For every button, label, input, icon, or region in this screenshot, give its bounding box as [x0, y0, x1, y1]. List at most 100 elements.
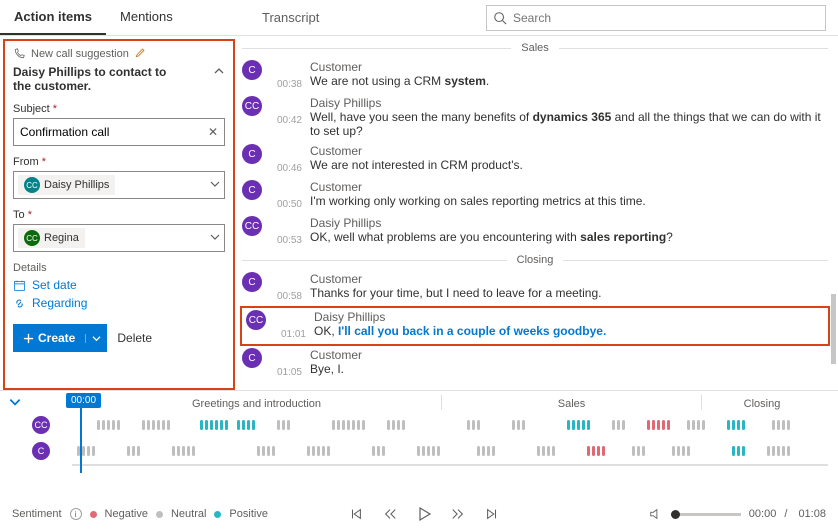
suggestion-title: Daisy Phillips to contact to the custome… [13, 65, 183, 93]
transcript-message[interactable]: CC 00:42 Daisy Phillips Well, have you s… [238, 94, 832, 142]
create-button[interactable]: Create [13, 324, 107, 352]
scrollbar[interactable] [831, 294, 836, 364]
to-chip-label: Regina [44, 232, 79, 244]
play-button[interactable] [414, 504, 434, 524]
speaker-name: Customer [310, 348, 828, 362]
transcript-message[interactable]: C 00:58 Customer Thanks for your time, b… [238, 270, 832, 306]
timestamp: 00:46 [270, 144, 302, 174]
set-date-link[interactable]: Set date [13, 278, 225, 292]
speaker-name: Customer [310, 272, 828, 286]
edit-icon[interactable] [135, 47, 146, 61]
timeline: 00:00 Greetings and introduction Sales C… [0, 390, 838, 500]
from-chip[interactable]: CC Daisy Phillips [18, 175, 115, 195]
timestamp: 00:50 [270, 180, 302, 210]
forward-button[interactable] [448, 504, 468, 524]
tab-action-items[interactable]: Action items [0, 0, 106, 35]
search-input[interactable] [513, 11, 825, 25]
speaker-name: Daisy Phillips [310, 96, 828, 110]
call-suggestion-card: New call suggestion Daisy Phillips to co… [3, 39, 235, 390]
subject-input[interactable] [20, 125, 208, 139]
search-icon [493, 11, 507, 25]
message-text: We are not using a CRM system. [310, 74, 828, 88]
legend-dot-neutral [156, 511, 163, 518]
volume-icon[interactable] [649, 507, 663, 521]
legend-dot-positive [214, 511, 221, 518]
time-total: 01:08 [798, 508, 826, 520]
speaker-name: Dasiy Phillips [310, 216, 828, 230]
section-sales: Sales [511, 42, 559, 54]
suggestion-label: New call suggestion [31, 48, 129, 60]
transcript-message[interactable]: C 00:46 Customer We are not interested i… [238, 142, 832, 178]
collapse-icon[interactable] [213, 65, 225, 80]
timeline-section: Sales [442, 395, 702, 410]
to-chip[interactable]: CC Regina [18, 228, 85, 248]
plus-icon [23, 333, 34, 344]
message-text: OK, well what problems are you encounter… [310, 230, 828, 244]
regarding-label: Regarding [32, 296, 87, 310]
avatar: C [242, 60, 262, 80]
to-label: To [13, 209, 25, 221]
transcript-message[interactable]: C 00:38 Customer We are not using a CRM … [238, 58, 832, 94]
transcript-message[interactable]: C 00:50 Customer I'm working only workin… [238, 178, 832, 214]
message-text: I'm working only working on sales report… [310, 194, 828, 208]
chevron-down-icon[interactable] [210, 231, 220, 245]
legend-neutral: Neutral [171, 508, 206, 520]
from-field[interactable]: CC Daisy Phillips [13, 171, 225, 199]
sentiment-label: Sentiment [12, 508, 62, 520]
create-label: Create [38, 331, 75, 345]
message-text: We are not interested in CRM product's. [310, 158, 828, 172]
legend-positive: Positive [229, 508, 268, 520]
avatar: CC [242, 96, 262, 116]
from-chip-label: Daisy Phillips [44, 179, 109, 191]
skip-back-button[interactable] [346, 504, 366, 524]
tab-mentions[interactable]: Mentions [106, 0, 187, 35]
message-text: OK, I'll call you back in a couple of we… [314, 324, 824, 338]
info-icon[interactable]: i [70, 508, 82, 520]
avatar: CC [242, 216, 262, 236]
skip-forward-button[interactable] [482, 504, 502, 524]
calendar-icon [13, 279, 26, 292]
transcript-list: Sales C 00:38 Customer We are not using … [238, 36, 838, 390]
transcript-message[interactable]: C 01:05 Customer Bye, I. [238, 346, 832, 382]
timeline-track[interactable] [72, 444, 828, 458]
avatar: CC [24, 177, 40, 193]
link-icon [13, 297, 26, 310]
delete-button[interactable]: Delete [117, 331, 152, 345]
chevron-down-icon[interactable] [8, 395, 22, 412]
timestamp: 01:05 [270, 348, 302, 378]
details-label: Details [13, 262, 225, 274]
timeline-section: Closing [702, 395, 822, 410]
time-sep: / [784, 508, 790, 520]
avatar: C [242, 348, 262, 368]
message-text: Thanks for your time, but I need to leav… [310, 286, 828, 300]
avatar: CC [246, 310, 266, 330]
to-field[interactable]: CC Regina [13, 224, 225, 252]
message-text: Well, have you seen the many benefits of… [310, 110, 828, 138]
transcript-message-highlighted[interactable]: CC 01:01 Daisy Phillips OK, I'll call yo… [240, 306, 830, 346]
search-input-wrapper[interactable] [486, 5, 826, 31]
time-current: 00:00 [749, 508, 777, 520]
regarding-link[interactable]: Regarding [13, 296, 225, 310]
create-split-button[interactable] [85, 334, 107, 343]
timestamp: 00:38 [270, 60, 302, 90]
timeline-speaker-avatar: C [32, 442, 50, 460]
rewind-button[interactable] [380, 504, 400, 524]
subject-label: Subject [13, 103, 50, 115]
chevron-down-icon [92, 334, 101, 343]
subject-input-wrapper[interactable]: ✕ [13, 118, 225, 146]
chevron-down-icon[interactable] [210, 178, 220, 192]
footer: Sentiment i Negative Neutral Positive 00… [0, 500, 838, 528]
timestamp: 00:53 [270, 216, 302, 246]
playhead-time: 00:00 [66, 393, 101, 408]
timeline-playhead[interactable]: 00:00 [66, 393, 101, 473]
volume-slider[interactable] [671, 513, 741, 516]
phone-icon [13, 48, 25, 60]
avatar: C [242, 272, 262, 292]
timeline-track[interactable] [72, 418, 828, 432]
transcript-message[interactable]: CC 00:53 Dasiy Phillips OK, well what pr… [238, 214, 832, 250]
timeline-section: Greetings and introduction [72, 395, 442, 410]
timestamp: 00:58 [270, 272, 302, 302]
from-label: From [13, 156, 39, 168]
section-closing: Closing [507, 254, 564, 266]
clear-icon[interactable]: ✕ [208, 125, 218, 139]
